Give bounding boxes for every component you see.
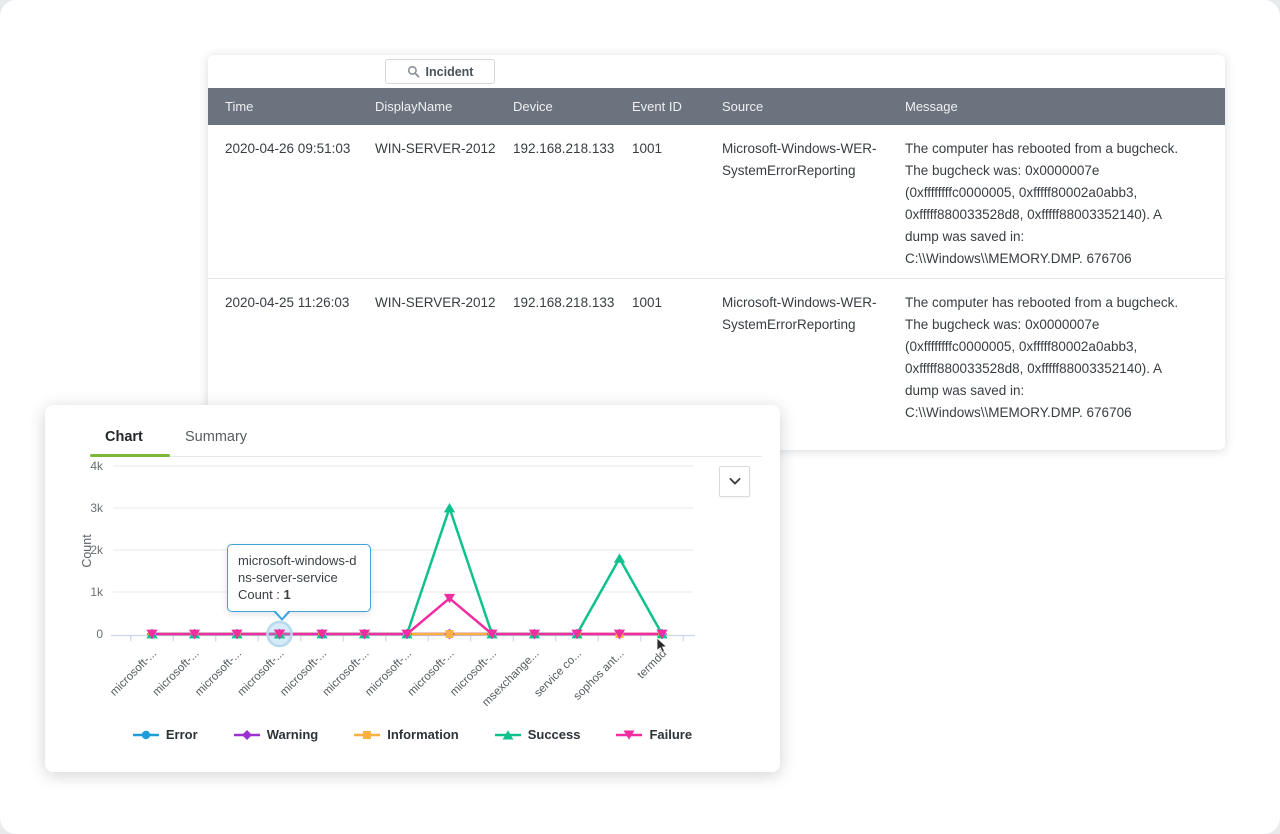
legend-marker-triangle-down-icon	[616, 730, 643, 740]
events-by-source-chart: 01k2k3k4kCountmicrosoft-...microsoft-...…	[80, 459, 695, 709]
y-tick-label: 1k	[90, 585, 104, 599]
column-header-device: Device	[513, 99, 553, 114]
app-window: Incident Time DisplayName Device Event I…	[0, 0, 1280, 834]
y-axis-label: Count	[80, 534, 94, 568]
incident-button-label: Incident	[425, 64, 474, 79]
data-point-information[interactable]	[445, 630, 454, 638]
legend-label: Success	[527, 727, 581, 742]
incident-button[interactable]: Incident	[385, 59, 495, 84]
legend-marker-diamond-icon	[233, 729, 260, 740]
cell-device: 192.168.218.133	[513, 141, 615, 156]
table-row[interactable]: 2020-04-26 09:51:03 WIN-SERVER-2012 192.…	[208, 125, 1225, 279]
column-header-displayname: DisplayName	[375, 99, 453, 114]
tooltip-count-value: 1	[283, 587, 291, 602]
legend-item-success[interactable]: Success	[494, 727, 581, 742]
y-tick-label: 4k	[90, 459, 104, 473]
legend-marker-square-icon	[354, 730, 381, 739]
cell-message: The computer has rebooted from a bugchec…	[905, 295, 1179, 420]
chart-tooltip: microsoft-windows-dns-server-service Cou…	[227, 544, 371, 621]
tooltip-arrow-fill	[275, 610, 289, 618]
y-tick-label: 3k	[90, 501, 104, 515]
legend-label: Error	[165, 727, 198, 742]
legend-item-failure[interactable]: Failure	[616, 727, 692, 742]
column-header-time: Time	[225, 99, 254, 114]
events-table-card: Incident Time DisplayName Device Event I…	[208, 55, 1225, 450]
chart-panel: Chart Summary 0 1k 2k 3k 4k Count microsoft-..…	[45, 405, 780, 772]
cell-time: 2020-04-26 09:51:03	[225, 141, 351, 156]
legend-label: Warning	[266, 727, 319, 742]
column-header-message: Message	[905, 99, 958, 114]
legend-label: Failure	[649, 727, 693, 742]
cell-source: Microsoft-Windows-WER-SystemErrorReporti…	[722, 141, 877, 178]
cell-message: The computer has rebooted from a bugchec…	[905, 141, 1179, 266]
column-header-event-id: Event ID	[632, 99, 682, 114]
chart-collapse-button[interactable]	[719, 466, 750, 497]
legend-marker-triangle-up-icon	[494, 729, 521, 739]
tooltip-count-label: Count :	[238, 587, 280, 602]
legend-item-warning[interactable]: Warning	[233, 727, 319, 742]
legend-item-error[interactable]: Error	[132, 727, 198, 742]
column-header-source: Source	[722, 99, 764, 114]
table-header: Time DisplayName Device Event ID Source …	[208, 88, 1225, 125]
x-tick-label[interactable]: termdd	[635, 648, 669, 682]
legend-marker-circle-icon	[132, 730, 159, 739]
chevron-down-icon	[729, 477, 740, 485]
tooltip-series-name: microsoft-windows-dns-server-service	[238, 553, 357, 585]
table-body: 2020-04-26 09:51:03 WIN-SERVER-2012 192.…	[208, 125, 1225, 450]
cell-event-id: 1001	[632, 141, 663, 156]
chart-legend: Error Warning Information Success Failure	[45, 727, 780, 742]
legend-label: Information	[387, 727, 459, 742]
cell-displayname: WIN-SERVER-2012	[375, 141, 496, 156]
legend-item-information[interactable]: Information	[354, 727, 459, 742]
incident-icon	[407, 65, 420, 78]
y-tick-label: 0	[96, 627, 103, 641]
data-point-success[interactable]	[613, 553, 626, 563]
tooltip-count-line: Count : 1	[238, 586, 360, 603]
